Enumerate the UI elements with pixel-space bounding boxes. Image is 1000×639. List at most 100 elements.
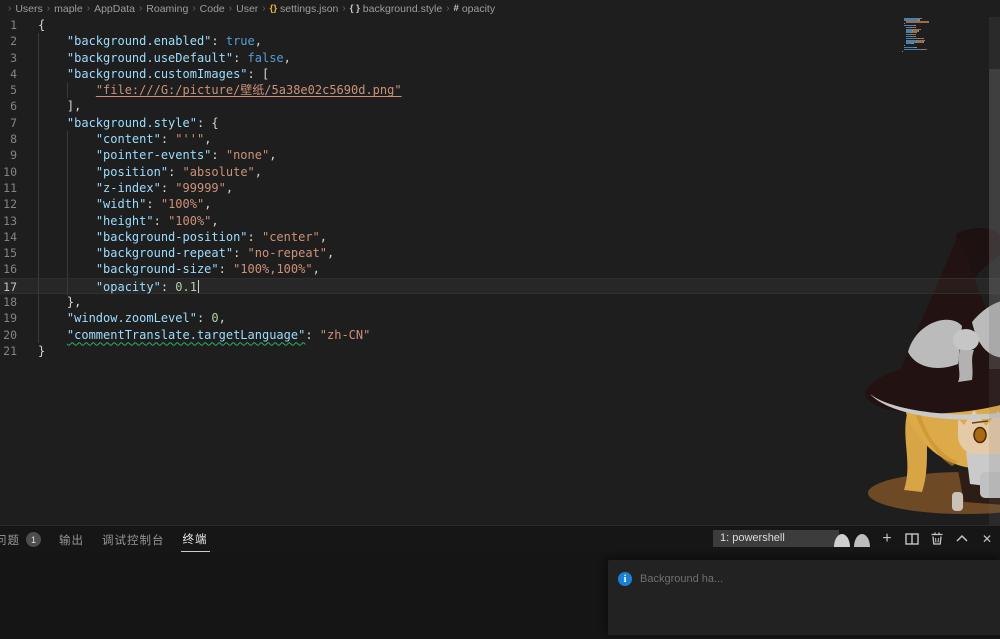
line-number: 14 bbox=[0, 229, 17, 245]
terminal-content[interactable]: i Background ha... bbox=[0, 552, 1000, 639]
indent-guide bbox=[67, 261, 96, 277]
indent-guide bbox=[67, 164, 96, 180]
code-line-3[interactable]: 3"background.useDefault": false, bbox=[0, 50, 1000, 66]
token-key: "background.customImages" bbox=[67, 67, 248, 81]
code-line-20[interactable]: 20"commentTranslate.targetLanguage": "zh… bbox=[0, 327, 1000, 343]
code-text: "pointer-events": "none", bbox=[38, 147, 276, 163]
token-str: "''" bbox=[175, 132, 204, 146]
kill-terminal-icon[interactable] bbox=[929, 531, 945, 547]
code-line-19[interactable]: 19"window.zoomLevel": 0, bbox=[0, 310, 1000, 326]
breadcrumb-separator: › bbox=[342, 3, 345, 14]
token-str: "99999" bbox=[175, 181, 226, 195]
braces-icon: { } bbox=[350, 3, 360, 14]
token-punct: , bbox=[255, 165, 262, 179]
code-line-11[interactable]: 11"z-index": "99999", bbox=[0, 180, 1000, 196]
code-text: "background.style": { bbox=[38, 115, 219, 131]
token-punct: , bbox=[204, 197, 211, 211]
breadcrumb-item-user[interactable]: User bbox=[236, 3, 258, 15]
token-key: "background.useDefault" bbox=[67, 51, 233, 65]
token-punct: , bbox=[320, 230, 327, 244]
notification-toast[interactable]: i Background ha... bbox=[608, 560, 1000, 635]
breadcrumb-item-code[interactable]: Code bbox=[200, 3, 225, 15]
line-number: 7 bbox=[0, 115, 17, 131]
indent-guide bbox=[67, 279, 96, 295]
editor[interactable]: 1{2"background.enabled": true,3"backgrou… bbox=[0, 17, 1000, 525]
token-str: "100%" bbox=[168, 214, 211, 228]
token-punct: : bbox=[248, 230, 262, 244]
breadcrumb-label: Roaming bbox=[146, 3, 188, 15]
breadcrumb-item-settings-json[interactable]: {}settings.json bbox=[270, 3, 339, 15]
token-punct: ], bbox=[67, 99, 81, 113]
code-text: "content": "''", bbox=[38, 131, 211, 147]
indent-guide bbox=[67, 245, 96, 261]
split-terminal-icon[interactable] bbox=[904, 531, 920, 547]
breadcrumb-item-roaming[interactable]: Roaming bbox=[146, 3, 188, 15]
code-line-12[interactable]: 12"width": "100%", bbox=[0, 196, 1000, 212]
maximize-panel-icon[interactable] bbox=[954, 531, 970, 547]
code-line-8[interactable]: 8"content": "''", bbox=[0, 131, 1000, 147]
code-line-18[interactable]: 18}, bbox=[0, 294, 1000, 310]
code-line-15[interactable]: 15 "background-repeat": "no-repeat", bbox=[0, 245, 1000, 261]
code-text: "background-position": "center", bbox=[38, 229, 327, 245]
code-line-13[interactable]: 13"height": "100%", bbox=[0, 213, 1000, 229]
close-panel-icon[interactable]: ✕ bbox=[979, 531, 995, 547]
code-line-14[interactable]: 14 "background-position": "center", bbox=[0, 229, 1000, 245]
code-line-2[interactable]: 2"background.enabled": true, bbox=[0, 33, 1000, 49]
code-line-9[interactable]: 9"pointer-events": "none", bbox=[0, 147, 1000, 163]
terminal-select[interactable]: 1: powershell bbox=[713, 530, 839, 547]
token-punct: , bbox=[211, 214, 218, 228]
minimap[interactable] bbox=[902, 14, 950, 52]
token-punct: : bbox=[161, 280, 175, 294]
token-link[interactable]: "file:///G:/picture/壁纸/5a38e02c5690d.png… bbox=[96, 83, 402, 97]
token-warnkey: "commentTranslate.targetLanguage" bbox=[67, 328, 305, 342]
code-line-7[interactable]: 7 "background.style": { bbox=[0, 115, 1000, 131]
code-text: "background-repeat": "no-repeat", bbox=[38, 245, 334, 261]
panel-tab-item[interactable]: 输出 bbox=[57, 527, 86, 552]
code-text: ], bbox=[38, 98, 81, 114]
indent-guide bbox=[38, 213, 67, 229]
token-punct: : bbox=[154, 214, 168, 228]
token-punct: : bbox=[168, 165, 182, 179]
breadcrumb-item-background-style[interactable]: { }background.style bbox=[350, 3, 442, 15]
code-text: "position": "absolute", bbox=[38, 164, 262, 180]
token-punct: : bbox=[305, 328, 319, 342]
breadcrumb-label: settings.json bbox=[280, 3, 338, 15]
code-line-5[interactable]: 5"file:///G:/picture/壁纸/5a38e02c5690d.pn… bbox=[0, 82, 1000, 98]
token-key: "background-size" bbox=[96, 262, 219, 276]
breadcrumb-separator: › bbox=[262, 3, 265, 14]
indent-guide bbox=[38, 131, 67, 147]
indent-guide bbox=[67, 180, 96, 196]
code-text: { bbox=[38, 17, 45, 33]
code-line-1[interactable]: 1{ bbox=[0, 17, 1000, 33]
code-line-21[interactable]: 21} bbox=[0, 343, 1000, 359]
panel-tab-label: 调试控制台 bbox=[102, 532, 165, 548]
panel-tab-terminal-active[interactable]: 终端 bbox=[181, 526, 210, 552]
indent-guide bbox=[67, 213, 96, 229]
scrollbar-slider[interactable] bbox=[989, 69, 1000, 369]
code-line-4[interactable]: 4"background.customImages": [ bbox=[0, 66, 1000, 82]
code-line-17[interactable]: 17"opacity": 0.1 bbox=[0, 278, 1000, 294]
breadcrumb-item-appdata[interactable]: AppData bbox=[94, 3, 135, 15]
code-line-6[interactable]: 6], bbox=[0, 98, 1000, 114]
indent-guide bbox=[67, 147, 96, 163]
breadcrumb-item-users[interactable]: Users bbox=[15, 3, 42, 15]
indent-guide bbox=[38, 245, 67, 261]
line-number: 15 bbox=[0, 245, 17, 261]
token-punct: , bbox=[327, 246, 334, 260]
code-line-16[interactable]: 16"background-size": "100%,100%", bbox=[0, 261, 1000, 277]
problems-count-badge: 1 bbox=[26, 532, 41, 547]
new-terminal-icon[interactable]: + bbox=[879, 531, 895, 547]
panel-tab-item[interactable]: 调试控制台 bbox=[100, 527, 167, 552]
code-line-10[interactable]: 10"position": "absolute", bbox=[0, 164, 1000, 180]
indent-guide bbox=[38, 310, 67, 326]
editor-scrollbar[interactable] bbox=[989, 17, 1000, 525]
breadcrumb-label: AppData bbox=[94, 3, 135, 15]
token-punct: : bbox=[233, 246, 247, 260]
wallpaper-dome-shape bbox=[834, 534, 850, 547]
token-punct: : bbox=[211, 148, 225, 162]
breadcrumb-item-maple[interactable]: maple bbox=[54, 3, 83, 15]
line-number: 11 bbox=[0, 180, 17, 196]
panel-tab-item[interactable]: 问题1 bbox=[0, 527, 43, 552]
breadcrumb-item-opacity[interactable]: #opacity bbox=[454, 3, 496, 15]
code-text: "commentTranslate.targetLanguage": "zh-C… bbox=[38, 327, 370, 343]
